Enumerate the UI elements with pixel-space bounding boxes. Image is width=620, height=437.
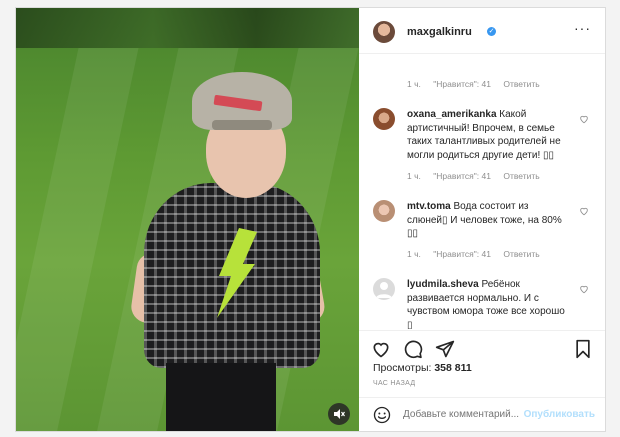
commenter-avatar[interactable] [373,200,395,222]
comments-list: 1 ч. "Нравится": 41 Ответить oxana_ameri… [359,54,605,329]
comment-meta: 1 ч. "Нравится": 41 Ответить [407,249,550,259]
commenter-avatar[interactable] [373,278,395,300]
like-comment-icon[interactable] [579,206,589,216]
commenter-avatar[interactable] [373,108,395,130]
emoji-icon[interactable] [373,406,391,424]
reply-link[interactable]: Ответить [503,249,539,259]
comment-likes[interactable]: "Нравится": 41 [433,79,491,89]
cap-strap [212,120,272,130]
like-comment-icon[interactable] [579,284,589,294]
mute-icon [334,409,345,419]
views-value: 358 811 [434,362,472,374]
comment-icon[interactable] [403,339,423,359]
mute-button[interactable] [328,403,350,425]
comment-meta: 1 ч. "Нравится": 41 Ответить [407,171,550,181]
comment-time[interactable]: 1 ч. [407,171,421,181]
views-count[interactable]: Просмотры: 358 811 [373,362,472,374]
comment-author[interactable]: lyudmila.sheva [407,279,479,290]
child-pants [166,363,276,431]
comment-composer: Опубликовать [359,397,605,431]
post-time[interactable]: ЧАС НАЗАД [373,380,415,387]
comment-text: oxana_amerikanka Какой артистичный! Впро… [407,108,567,162]
reply-link[interactable]: Ответить [503,171,539,181]
comment-input[interactable] [403,409,533,420]
background-trees [16,8,359,48]
default-avatar-icon [376,282,392,298]
like-comment-icon[interactable] [579,114,589,124]
comment-likes[interactable]: "Нравится": 41 [433,171,491,181]
lightning-bolt-print [217,228,257,318]
verified-badge-icon: ✓ [487,27,496,36]
publish-button[interactable]: Опубликовать [524,409,595,420]
comment-time[interactable]: 1 ч. [407,79,421,89]
post-video[interactable] [16,8,359,431]
reply-link[interactable]: Ответить [503,79,539,89]
comment-text: mtv.toma Вода состоит из слюней▯ И челов… [407,200,567,241]
more-options-icon[interactable]: ··· [574,20,591,36]
heart-icon[interactable] [371,339,391,359]
views-label: Просмотры: [373,362,432,374]
post-sidebar: maxgalkinru ✓ ··· 1 ч. "Нравится": 41 От… [359,8,605,431]
share-icon[interactable] [435,339,455,359]
comment-text: lyudmila.sheva Ребёнок развивается норма… [407,278,567,329]
comment-likes[interactable]: "Нравится": 41 [433,249,491,259]
author-username[interactable]: maxgalkinru [407,26,472,38]
author-avatar[interactable] [373,21,395,43]
comment-meta: 1 ч. "Нравится": 41 Ответить [407,79,550,89]
comment-time[interactable]: 1 ч. [407,249,421,259]
comment-author[interactable]: mtv.toma [407,201,451,212]
post-header: maxgalkinru ✓ ··· [359,8,605,54]
comment-author[interactable]: oxana_amerikanka [407,109,497,120]
bookmark-icon[interactable] [573,339,593,359]
instagram-post-modal: maxgalkinru ✓ ··· 1 ч. "Нравится": 41 От… [15,7,606,432]
post-actions [359,330,605,366]
